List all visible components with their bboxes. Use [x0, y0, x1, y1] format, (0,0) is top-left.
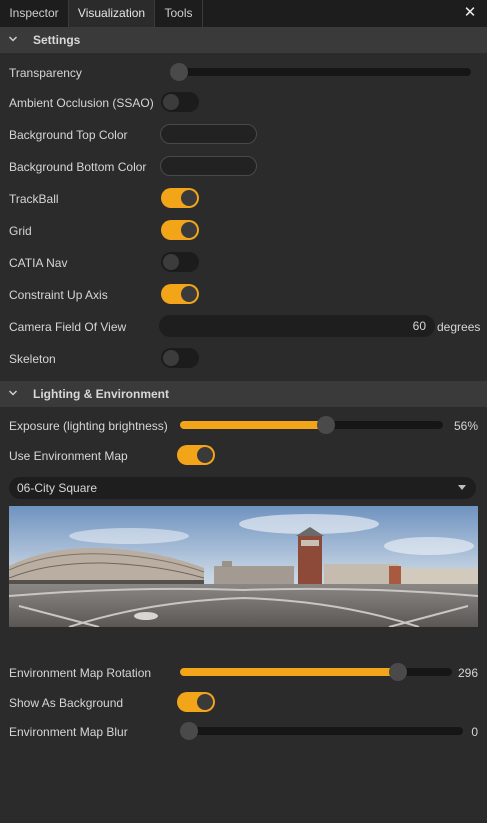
- use-env-map-label: Use Environment Map: [9, 449, 128, 463]
- env-map-preview: [9, 506, 478, 627]
- section-title: Lighting & Environment: [33, 387, 169, 401]
- env-blur-slider[interactable]: [180, 722, 463, 740]
- catia-nav-label: CATIA Nav: [9, 256, 68, 270]
- close-icon[interactable]: ✕: [461, 3, 479, 23]
- toggle-knob: [181, 286, 197, 302]
- toggle-knob: [197, 447, 213, 463]
- toggle-knob: [163, 350, 179, 366]
- chevron-down-icon: [9, 36, 17, 42]
- env-rotation-slider[interactable]: [180, 663, 452, 681]
- tab-divider: [202, 0, 203, 27]
- slider-thumb[interactable]: [388, 663, 407, 681]
- ssao-toggle[interactable]: [161, 92, 199, 112]
- transparency-label: Transparency: [9, 66, 82, 80]
- ssao-label: Ambient Occlusion (SSAO): [9, 96, 154, 110]
- fov-label: Camera Field Of View: [9, 320, 127, 334]
- toggle-knob: [181, 222, 197, 238]
- toggle-knob: [197, 694, 213, 710]
- exposure-slider[interactable]: [180, 416, 443, 434]
- slider-thumb[interactable]: [170, 63, 188, 81]
- bg-bottom-color-swatch[interactable]: [160, 156, 257, 176]
- constraint-up-axis-label: Constraint Up Axis: [9, 288, 108, 302]
- fov-input[interactable]: 60: [159, 315, 435, 337]
- slider-thumb[interactable]: [317, 416, 336, 434]
- exposure-value: 56%: [453, 419, 478, 433]
- env-rotation-label: Environment Map Rotation: [9, 666, 152, 680]
- show-as-background-label: Show As Background: [9, 696, 124, 710]
- slider-fill: [180, 668, 398, 676]
- bg-bottom-color-label: Background Bottom Color: [9, 160, 147, 174]
- grid-toggle[interactable]: [161, 220, 199, 240]
- settings-section-header[interactable]: Settings: [0, 27, 487, 53]
- trackball-toggle[interactable]: [161, 188, 199, 208]
- tab-bar: Inspector Visualization Tools ✕: [0, 0, 487, 27]
- show-as-background-toggle[interactable]: [177, 692, 215, 712]
- slider-fill: [180, 421, 327, 429]
- bg-top-color-swatch[interactable]: [160, 124, 257, 144]
- skeleton-toggle[interactable]: [161, 348, 199, 368]
- env-rotation-value: 296: [457, 666, 478, 680]
- transparency-slider[interactable]: [170, 63, 471, 81]
- tab-tools[interactable]: Tools: [155, 0, 202, 27]
- bg-top-color-label: Background Top Color: [9, 128, 128, 142]
- use-env-map-toggle[interactable]: [177, 445, 215, 465]
- exposure-label: Exposure (lighting brightness): [9, 419, 168, 433]
- section-title: Settings: [33, 33, 81, 47]
- toggle-knob: [163, 94, 179, 110]
- fov-value: 60: [412, 319, 426, 333]
- constraint-up-axis-toggle[interactable]: [161, 284, 199, 304]
- lighting-section-header[interactable]: Lighting & Environment: [0, 381, 487, 407]
- catia-nav-toggle[interactable]: [161, 252, 199, 272]
- grid-label: Grid: [9, 224, 32, 238]
- toggle-knob: [181, 190, 197, 206]
- slider-thumb[interactable]: [180, 722, 198, 740]
- env-map-select[interactable]: 06-City Square: [9, 477, 476, 499]
- caret-down-icon: [458, 485, 466, 490]
- env-blur-label: Environment Map Blur: [9, 725, 128, 739]
- tab-inspector[interactable]: Inspector: [0, 0, 68, 27]
- env-blur-value: 0: [471, 725, 478, 739]
- trackball-label: TrackBall: [9, 192, 59, 206]
- tab-visualization[interactable]: Visualization: [69, 0, 154, 27]
- chevron-down-icon: [9, 390, 17, 396]
- fov-unit: degrees: [437, 320, 481, 334]
- skeleton-label: Skeleton: [9, 352, 56, 366]
- toggle-knob: [163, 254, 179, 270]
- env-map-select-value: 06-City Square: [17, 481, 98, 495]
